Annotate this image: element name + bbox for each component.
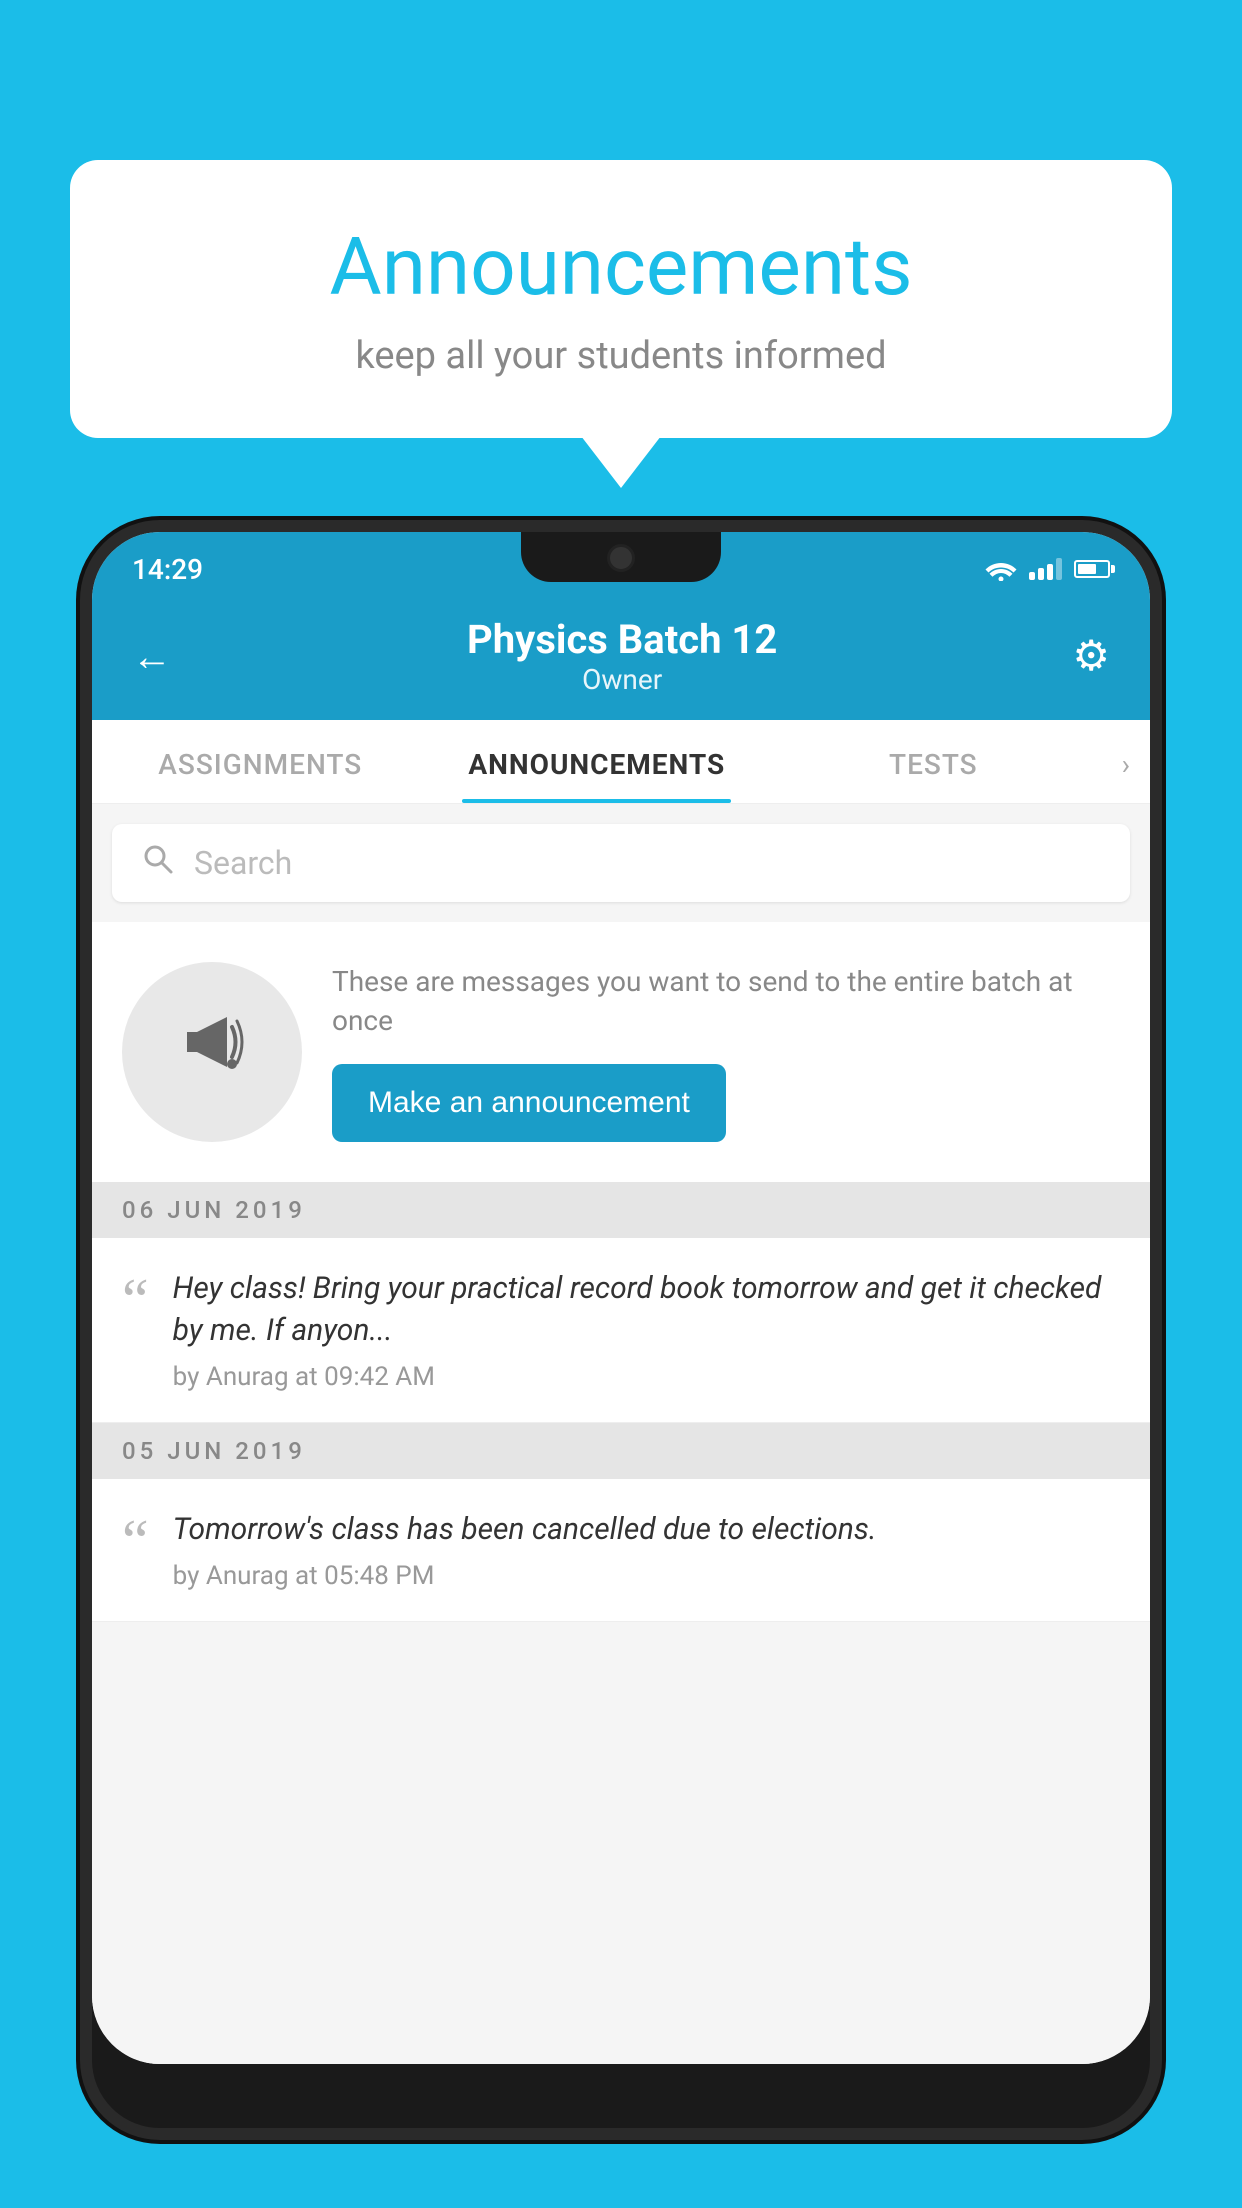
tab-tests[interactable]: TESTS	[765, 720, 1102, 803]
announcement-by-1: by Anurag at 09:42 AM	[173, 1362, 1120, 1392]
announcement-item-1[interactable]: “ Hey class! Bring your practical record…	[92, 1238, 1150, 1423]
quote-icon-1: “	[122, 1276, 149, 1324]
speech-bubble: Announcements keep all your students inf…	[70, 160, 1172, 438]
screen-content: Search	[92, 804, 1150, 2064]
announcement-by-2: by Anurag at 05:48 PM	[173, 1561, 1120, 1591]
settings-icon[interactable]: ⚙	[1072, 631, 1110, 681]
tab-announcements[interactable]: ANNOUNCEMENTS	[429, 720, 766, 803]
prompt-right: These are messages you want to send to t…	[332, 962, 1120, 1142]
date-separator-2: 05 JUN 2019	[92, 1423, 1150, 1479]
wifi-icon	[985, 557, 1017, 581]
phone-frame: 14:29	[80, 520, 1162, 2140]
tabs-bar: ASSIGNMENTS ANNOUNCEMENTS TESTS ›	[92, 720, 1150, 804]
batch-subtitle: Owner	[467, 663, 777, 696]
back-button[interactable]: ←	[132, 633, 172, 680]
megaphone-icon	[167, 997, 257, 1107]
phone-camera	[607, 544, 635, 572]
header-title-group: Physics Batch 12 Owner	[467, 616, 777, 696]
status-icons	[985, 557, 1110, 581]
announcement-text-1: Hey class! Bring your practical record b…	[173, 1268, 1120, 1352]
search-icon	[142, 842, 174, 884]
announcement-content-1: Hey class! Bring your practical record b…	[173, 1268, 1120, 1392]
prompt-description: These are messages you want to send to t…	[332, 962, 1120, 1040]
make-announcement-button[interactable]: Make an announcement	[332, 1064, 726, 1142]
quote-icon-2: “	[122, 1517, 149, 1565]
signal-icon	[1029, 558, 1062, 580]
search-placeholder: Search	[194, 844, 292, 882]
phone-mockup: 14:29	[80, 520, 1162, 2208]
phone-screen: 14:29	[92, 532, 1150, 2064]
batch-title: Physics Batch 12	[467, 616, 777, 663]
tab-assignments[interactable]: ASSIGNMENTS	[92, 720, 429, 803]
search-bar[interactable]: Search	[112, 824, 1130, 902]
date-separator-1: 06 JUN 2019	[92, 1182, 1150, 1238]
megaphone-circle	[122, 962, 302, 1142]
phone-notch	[521, 532, 721, 582]
battery-icon	[1074, 560, 1110, 578]
announcement-content-2: Tomorrow's class has been cancelled due …	[173, 1509, 1120, 1591]
tab-more[interactable]: ›	[1102, 720, 1150, 803]
announcement-text-2: Tomorrow's class has been cancelled due …	[173, 1509, 1120, 1551]
speech-bubble-section: Announcements keep all your students inf…	[70, 160, 1172, 438]
announcement-item-2[interactable]: “ Tomorrow's class has been cancelled du…	[92, 1479, 1150, 1622]
app-header: ← Physics Batch 12 Owner ⚙	[92, 596, 1150, 720]
status-time: 14:29	[132, 553, 203, 586]
bubble-title: Announcements	[150, 220, 1092, 314]
bubble-subtitle: keep all your students informed	[150, 334, 1092, 378]
announcement-prompt: These are messages you want to send to t…	[92, 922, 1150, 1182]
